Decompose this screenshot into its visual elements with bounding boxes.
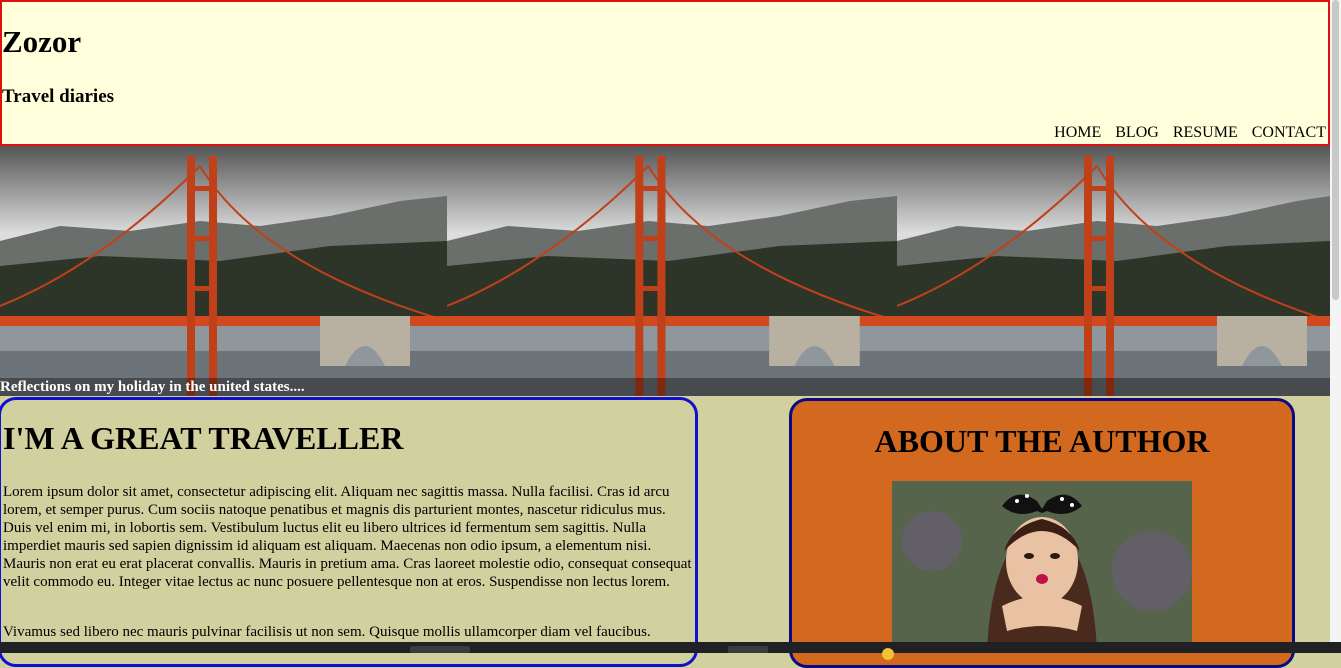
site-header: Zozor Travel diaries HOME BLOG RESUME CO… xyxy=(0,0,1330,146)
site-title: Zozor xyxy=(2,24,82,59)
banner-caption: Reflections on my holiday in the united … xyxy=(0,378,1330,396)
article-paragraph: Vivamus sed libero nec mauris pulvinar f… xyxy=(3,624,651,640)
article-paragraph: Lorem ipsum dolor sit amet, consectetur … xyxy=(3,484,692,590)
main-nav: HOME BLOG RESUME CONTACT xyxy=(1054,124,1326,142)
taskbar xyxy=(0,642,1341,653)
page-scrollbar[interactable] xyxy=(1330,0,1341,642)
scrollbar-thumb[interactable] xyxy=(1332,0,1339,300)
taskbar-item[interactable] xyxy=(728,646,768,653)
nav-home-link[interactable]: HOME xyxy=(1054,124,1101,142)
about-heading: ABOUT THE AUTHOR xyxy=(874,423,1210,459)
taskbar-item[interactable] xyxy=(410,646,470,653)
nav-contact-link[interactable]: CONTACT xyxy=(1252,124,1326,142)
notification-icon[interactable] xyxy=(882,648,894,660)
banner-image xyxy=(0,146,447,396)
banner: Reflections on my holiday in the united … xyxy=(0,146,1330,396)
article-section: I'M A GREAT TRAVELLER Lorem ipsum dolor … xyxy=(0,397,698,667)
banner-image xyxy=(897,146,1330,396)
author-photo xyxy=(892,481,1192,651)
nav-blog-link[interactable]: BLOG xyxy=(1115,124,1159,142)
about-author-panel: ABOUT THE AUTHOR xyxy=(789,398,1295,668)
site-subtitle: Travel diaries xyxy=(2,86,115,107)
banner-image xyxy=(447,146,897,396)
nav-resume-link[interactable]: RESUME xyxy=(1173,124,1238,142)
article-heading: I'M A GREAT TRAVELLER xyxy=(3,420,404,456)
